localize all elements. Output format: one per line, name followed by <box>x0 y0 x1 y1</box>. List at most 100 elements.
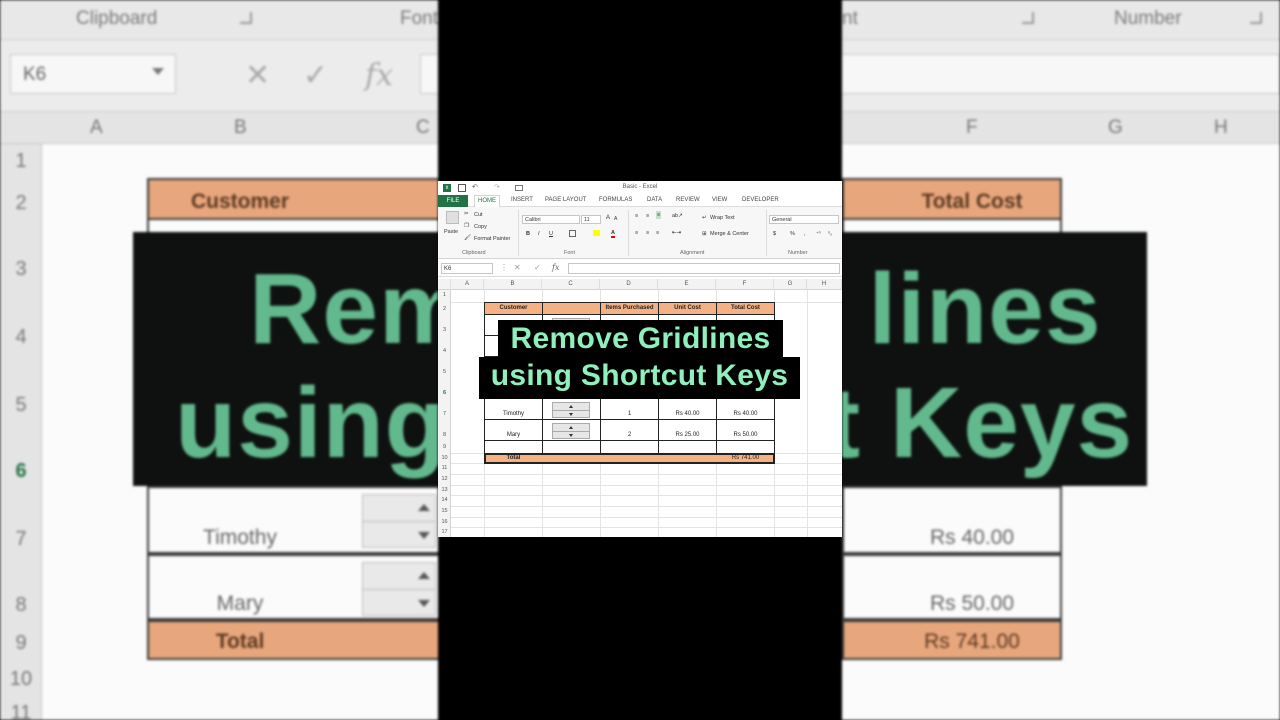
shrink-font-icon[interactable]: A <box>614 216 617 222</box>
underline-button[interactable]: U <box>549 231 553 237</box>
col-header-b[interactable]: B <box>484 279 542 290</box>
cell-items[interactable]: 1 <box>600 411 659 417</box>
row-header-9[interactable]: 9 <box>438 444 451 450</box>
bg-col-g: G <box>1108 117 1123 138</box>
enter-icon[interactable]: ✓ <box>534 263 541 272</box>
tab-file[interactable]: FILE <box>438 195 468 207</box>
font-size-select[interactable]: 11 <box>581 215 601 224</box>
number-format-select[interactable]: General <box>769 215 839 224</box>
row-header-12[interactable]: 12 <box>438 476 451 482</box>
tab-developer[interactable]: DEVELOPER <box>742 197 779 203</box>
col-header-f[interactable]: F <box>716 279 774 290</box>
row-header-11[interactable]: 11 <box>438 465 451 471</box>
col-header-e[interactable]: E <box>658 279 716 290</box>
comma-icon[interactable]: , <box>804 231 806 237</box>
select-all-corner[interactable] <box>438 279 451 290</box>
align-left-icon[interactable]: ≡ <box>635 230 638 236</box>
col-header-a[interactable]: A <box>451 279 484 290</box>
bg-ribbon-right: nt Number <box>842 0 1280 40</box>
indent-icon[interactable]: ⇤⇥ <box>672 230 681 236</box>
wrap-text-button[interactable]: Wrap Text <box>710 215 735 221</box>
font-color-icon[interactable]: A <box>611 230 615 238</box>
bg-group-clipboard: Clipboard <box>76 8 158 29</box>
merge-icon[interactable]: ⊞ <box>702 231 707 237</box>
cut-button[interactable]: Cut <box>474 212 483 218</box>
wrap-text-icon[interactable]: ↵ <box>702 215 707 221</box>
format-painter-icon[interactable]: 🖌 <box>464 235 471 241</box>
cell-items[interactable]: 2 <box>600 432 659 438</box>
align-right-icon[interactable]: ≡ <box>656 230 659 236</box>
row-header-2[interactable]: 2 <box>438 306 451 312</box>
row-header-4[interactable]: 4 <box>438 348 451 354</box>
row-header-1[interactable]: 1 <box>438 292 451 298</box>
row-header-5[interactable]: 5 <box>438 369 451 375</box>
row-header-3[interactable]: 3 <box>438 327 451 333</box>
header-customer: Customer <box>499 305 528 311</box>
bg-row-9: 9 <box>15 632 27 654</box>
tab-home[interactable]: HOME <box>474 195 500 207</box>
italic-button[interactable]: I <box>538 231 540 237</box>
spin-button[interactable] <box>552 402 590 418</box>
increase-decimal-icon[interactable]: ⁺⁰ <box>816 231 821 237</box>
decrease-decimal-icon[interactable]: ⁰₀ <box>828 231 832 237</box>
paste-icon[interactable] <box>446 211 459 224</box>
row-header-17[interactable]: 17 <box>438 529 451 535</box>
formula-input[interactable] <box>568 263 840 274</box>
tab-insert[interactable]: INSERT <box>511 197 533 203</box>
cell-total-cost[interactable]: Rs 50.00 <box>716 432 775 438</box>
formula-bar: K6 ⋮ ✕ ✓ fx <box>438 260 842 277</box>
align-top-icon[interactable]: ≡ <box>635 213 638 219</box>
row-header-8[interactable]: 8 <box>438 432 451 438</box>
font-name-select[interactable]: Calibri <box>522 215 580 224</box>
cell-customer[interactable]: Mary <box>484 432 543 438</box>
currency-button[interactable]: $ <box>773 231 776 237</box>
spin-up-icon[interactable] <box>569 405 573 408</box>
row-header-6[interactable]: 6 <box>438 390 451 396</box>
cell-unit-cost[interactable]: Rs 25.00 <box>658 432 717 438</box>
col-header-h[interactable]: H <box>807 279 842 290</box>
cell-total-cost[interactable]: Rs 40.00 <box>716 411 775 417</box>
row-header-13[interactable]: 13 <box>438 487 451 493</box>
row-header-14[interactable]: 14 <box>438 497 451 503</box>
cell-customer[interactable]: Timothy <box>484 411 543 417</box>
col-header-g[interactable]: G <box>774 279 807 290</box>
row-header-16[interactable]: 16 <box>438 519 451 525</box>
col-header-d[interactable]: D <box>600 279 658 290</box>
tab-view[interactable]: VIEW <box>712 197 727 203</box>
align-center-icon[interactable]: ≡ <box>646 230 649 236</box>
fill-color-icon[interactable] <box>593 230 600 236</box>
row-header-15[interactable]: 15 <box>438 508 451 514</box>
copy-icon[interactable]: ❐ <box>464 223 469 229</box>
cut-icon[interactable]: ✂ <box>464 211 469 217</box>
tab-page-layout[interactable]: PAGE LAYOUT <box>545 197 586 203</box>
tab-data[interactable]: DATA <box>647 197 662 203</box>
name-box[interactable]: K6 <box>441 263 493 274</box>
borders-icon[interactable] <box>569 230 576 237</box>
cell-unit-cost[interactable]: Rs 40.00 <box>658 411 717 417</box>
row-header-10[interactable]: 10 <box>438 455 451 461</box>
tab-formulas[interactable]: FORMULAS <box>599 197 632 203</box>
paste-button[interactable]: Paste <box>444 229 458 235</box>
percent-button[interactable]: % <box>790 231 795 237</box>
spin-down-icon[interactable] <box>569 434 573 437</box>
spin-down-icon[interactable] <box>569 413 573 416</box>
bold-button[interactable]: B <box>526 231 530 237</box>
cancel-icon[interactable]: ✕ <box>514 263 521 272</box>
bg-customer-label: Customer <box>190 190 290 213</box>
col-header-c[interactable]: C <box>542 279 600 290</box>
align-middle-icon[interactable]: ≡ <box>646 213 649 219</box>
bg-caption-echo-right-line2: t Keys <box>842 366 1147 481</box>
spin-up-icon[interactable] <box>569 426 573 429</box>
format-painter-button[interactable]: Format Painter <box>474 236 510 242</box>
merge-center-button[interactable]: Merge & Center <box>710 231 749 237</box>
total-value[interactable]: Rs 741.00 <box>716 455 775 461</box>
grow-font-icon[interactable]: A <box>606 215 610 221</box>
align-bottom-icon[interactable]: ≡ <box>656 211 662 219</box>
tab-review[interactable]: REVIEW <box>676 197 700 203</box>
row-header-7[interactable]: 7 <box>438 411 451 417</box>
fx-icon[interactable]: fx <box>552 263 559 272</box>
orientation-icon[interactable]: ab↗ <box>672 213 683 219</box>
copy-button[interactable]: Copy <box>474 224 487 230</box>
spin-button[interactable] <box>552 423 590 439</box>
caption-line1: Remove Gridlines <box>510 322 771 355</box>
